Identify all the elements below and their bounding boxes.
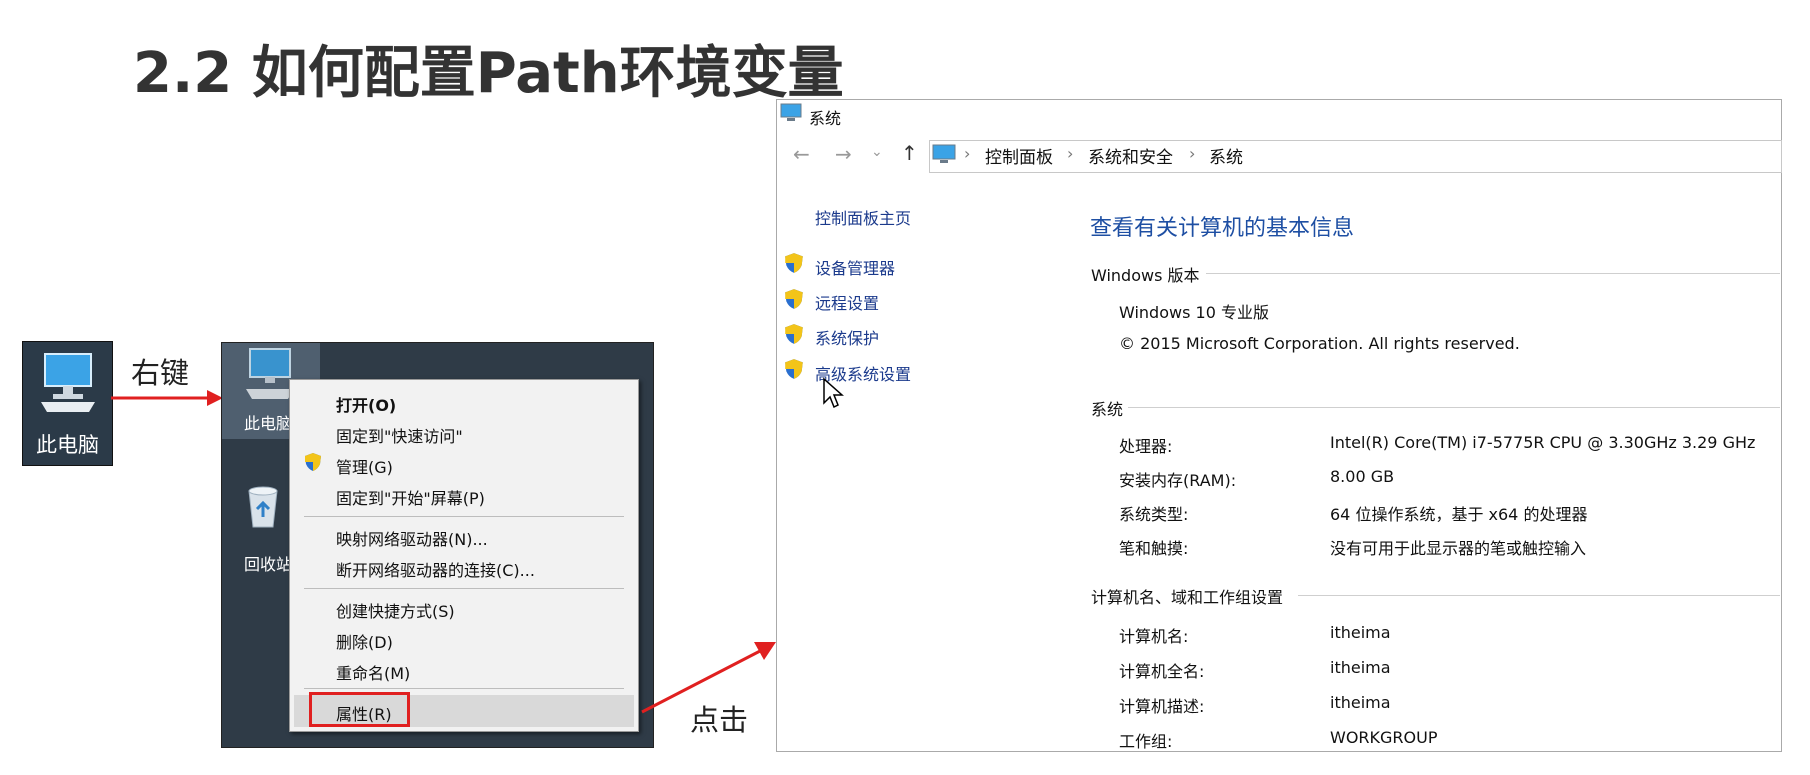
section-title-system: 系统 xyxy=(1091,400,1124,419)
system-window xyxy=(776,99,1782,752)
section-title-windows: Windows 版本 xyxy=(1091,266,1200,285)
spec-value: Intel(R) Core(TM) i7-5775R CPU @ 3.30GHz… xyxy=(1330,433,1756,452)
menu-separator xyxy=(304,688,624,689)
this-pc-desktop-icon[interactable]: 此电脑 xyxy=(22,341,113,466)
computer-icon xyxy=(41,353,95,412)
spec-value: 8.00 GB xyxy=(1330,467,1395,486)
forward-arrow-icon[interactable]: → xyxy=(835,142,852,166)
spec-key: 处理器: xyxy=(1119,437,1173,456)
chevron-right-icon: › xyxy=(1067,144,1074,163)
desktop-pc-label: 此电脑 xyxy=(244,414,293,433)
spec-value: 64 位操作系统，基于 x64 的处理器 xyxy=(1330,505,1588,524)
recycle-bin-label: 回收站 xyxy=(244,555,293,574)
right-click-label: 右键 xyxy=(131,356,190,390)
recycle-bin-icon[interactable] xyxy=(245,485,281,529)
computer-value: WORKGROUP xyxy=(1330,728,1438,747)
address-bar[interactable] xyxy=(929,140,1782,173)
sidebar-remote-settings[interactable]: 远程设置 xyxy=(815,290,879,314)
menu-item-manage[interactable]: 管理(G) xyxy=(336,454,393,478)
section-title-computer-name: 计算机名、域和工作组设置 xyxy=(1091,588,1284,607)
breadcrumb-control-panel[interactable]: 控制面板 xyxy=(985,143,1053,168)
mouse-cursor-icon xyxy=(823,377,844,409)
this-pc-label: 此电脑 xyxy=(36,433,99,457)
arrow-right-icon xyxy=(111,390,223,406)
spec-value: 没有可用于此显示器的笔或触控输入 xyxy=(1330,539,1587,558)
menu-item-pin-start[interactable]: 固定到"开始"屏幕(P) xyxy=(336,485,485,509)
sidebar-device-manager[interactable]: 设备管理器 xyxy=(815,255,895,279)
spec-key: 系统类型: xyxy=(1119,505,1189,524)
sidebar-system-protection[interactable]: 系统保护 xyxy=(815,325,879,349)
menu-separator xyxy=(304,516,624,517)
page-heading: 查看有关计算机的基本信息 xyxy=(1090,216,1355,241)
back-arrow-icon[interactable]: ← xyxy=(793,142,810,166)
shield-icon xyxy=(785,324,803,344)
windows-copyright: © 2015 Microsoft Corporation. All rights… xyxy=(1119,334,1520,353)
menu-item-disconnect-drive[interactable]: 断开网络驱动器的连接(C)... xyxy=(336,557,535,581)
chevron-right-icon: › xyxy=(964,144,971,163)
section-divider xyxy=(1128,407,1780,408)
computer-value: itheima xyxy=(1330,623,1391,642)
window-title: 系统 xyxy=(809,109,842,128)
shield-icon xyxy=(785,253,803,273)
menu-separator xyxy=(304,588,624,589)
menu-item-rename[interactable]: 重命名(M) xyxy=(336,660,410,684)
spec-key: 安装内存(RAM): xyxy=(1119,471,1237,490)
context-menu: 打开(O) 固定到"快速访问" 管理(G) 固定到"开始"屏幕(P) 映射网络驱… xyxy=(289,379,639,732)
shield-icon xyxy=(785,289,803,309)
control-panel-icon xyxy=(932,144,956,163)
windows-edition: Windows 10 专业版 xyxy=(1119,303,1269,322)
computer-key: 计算机全名: xyxy=(1119,662,1205,681)
spec-key: 笔和触摸: xyxy=(1119,539,1189,558)
menu-item-properties[interactable]: 属性(R) xyxy=(336,701,392,725)
sidebar-home-link[interactable]: 控制面板主页 xyxy=(815,205,911,229)
up-arrow-icon[interactable]: ↑ xyxy=(901,141,918,165)
computer-key: 计算机描述: xyxy=(1119,697,1205,716)
breadcrumb-system[interactable]: 系统 xyxy=(1209,143,1243,168)
menu-item-pin-quick-access[interactable]: 固定到"快速访问" xyxy=(336,423,463,447)
computer-key: 工作组: xyxy=(1119,732,1173,751)
slide-title: 2.2 如何配置Path环境变量 xyxy=(133,41,844,106)
menu-item-create-shortcut[interactable]: 创建快捷方式(S) xyxy=(336,598,455,622)
shield-icon xyxy=(785,359,803,379)
section-divider xyxy=(1298,595,1780,596)
system-window-icon xyxy=(780,103,802,121)
chevron-right-icon: › xyxy=(1189,144,1196,163)
menu-item-delete[interactable]: 删除(D) xyxy=(336,629,393,653)
computer-value: itheima xyxy=(1330,658,1391,677)
click-label: 点击 xyxy=(690,703,749,737)
breadcrumb-system-security[interactable]: 系统和安全 xyxy=(1088,143,1173,168)
shield-icon xyxy=(305,453,321,471)
computer-key: 计算机名: xyxy=(1119,627,1189,646)
chevron-down-icon[interactable]: ⌄ xyxy=(871,144,883,160)
menu-item-map-drive[interactable]: 映射网络驱动器(N)... xyxy=(336,526,488,550)
menu-item-open[interactable]: 打开(O) xyxy=(336,392,396,416)
section-divider xyxy=(1206,273,1780,274)
computer-value: itheima xyxy=(1330,693,1391,712)
